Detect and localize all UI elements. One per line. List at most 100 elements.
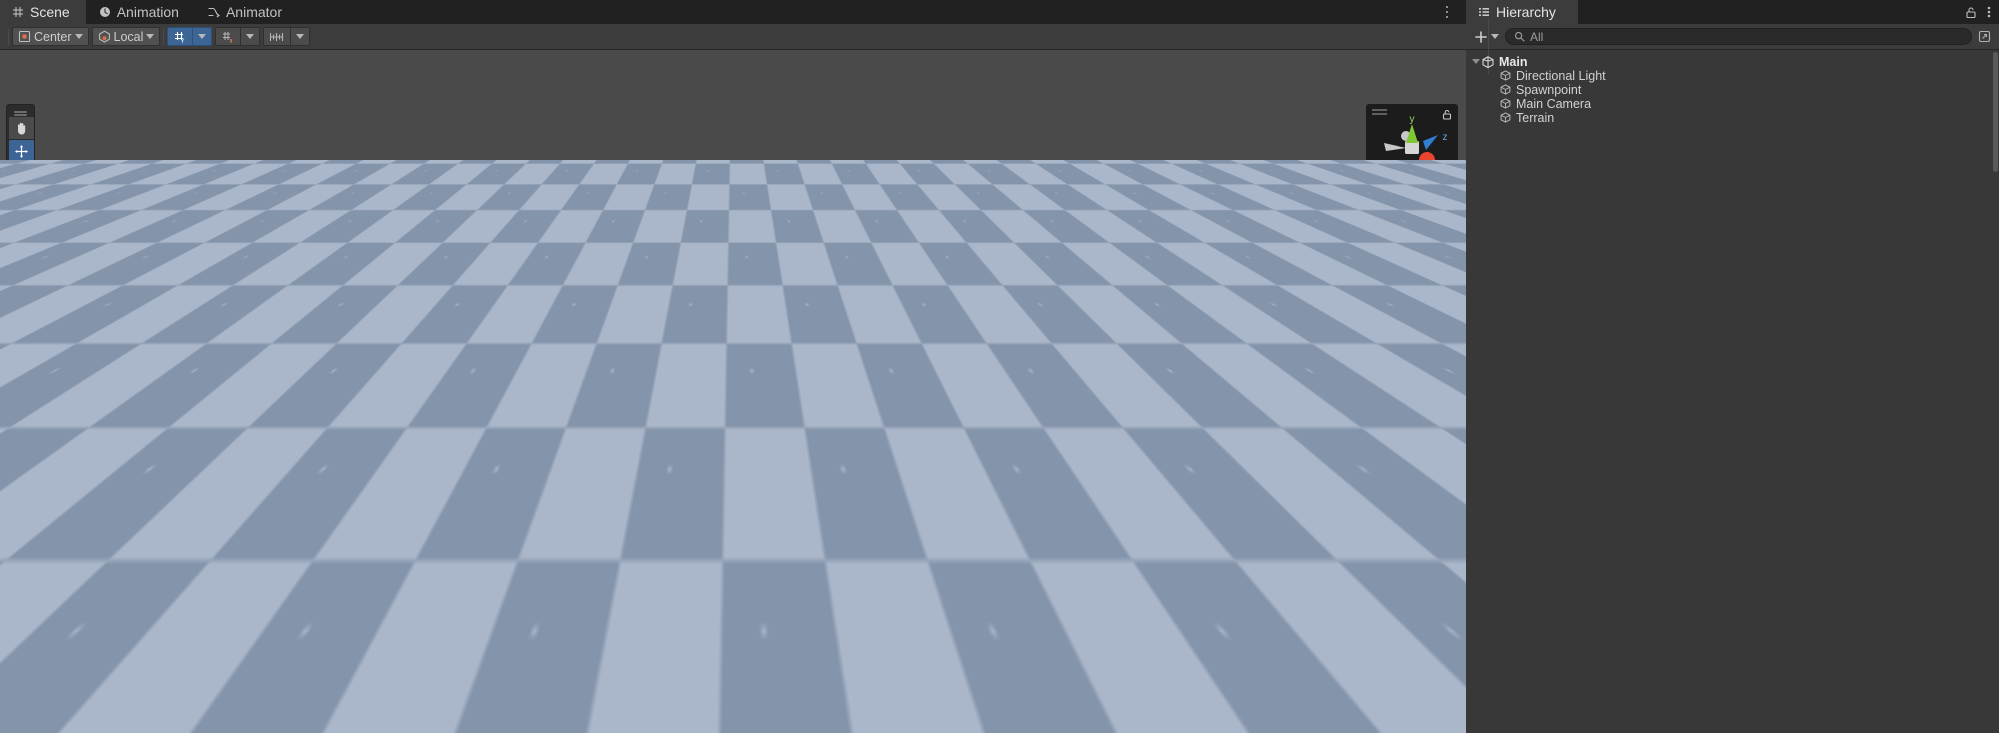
pivot-center-icon bbox=[18, 30, 31, 43]
increment-snap-group bbox=[263, 27, 311, 46]
hierarchy-row-label: Terrain bbox=[1516, 110, 1555, 125]
scale-tool-button[interactable] bbox=[9, 186, 34, 208]
tab-hierarchy-label: Hierarchy bbox=[1496, 4, 1556, 20]
chevron-down-icon bbox=[296, 34, 305, 39]
animator-icon bbox=[208, 6, 220, 18]
move-snap-toggle[interactable] bbox=[215, 27, 242, 46]
svg-text:Y: Y bbox=[181, 39, 185, 44]
scene-tool-palette bbox=[6, 104, 35, 257]
hierarchy-search-input[interactable]: All bbox=[1505, 28, 1972, 45]
unity-scene-icon bbox=[1482, 55, 1494, 68]
chevron-down-icon bbox=[198, 34, 207, 39]
hierarchy-panel: Hierarchy All Main Directional Light Spa… bbox=[1466, 0, 1999, 733]
rect-tool-button[interactable] bbox=[9, 209, 34, 231]
chevron-down-icon bbox=[246, 34, 255, 39]
axis-z-label: z bbox=[1443, 132, 1448, 143]
hierarchy-row-label: Main Camera bbox=[1516, 96, 1592, 111]
chevron-down-icon[interactable] bbox=[1472, 59, 1480, 65]
hierarchy-row-scene[interactable]: Main bbox=[1466, 55, 1999, 69]
hierarchy-row-main-camera[interactable]: Main Camera bbox=[1466, 97, 1999, 111]
projection-mode-label[interactable]: ‹ Persp bbox=[1366, 182, 1458, 196]
hierarchy-row-label: Main bbox=[1499, 54, 1528, 69]
scene-viewport[interactable]: Spawnpoint y z x ‹ Persp bbox=[0, 50, 1466, 733]
pivot-mode-label: Center bbox=[34, 29, 72, 44]
scene-panel: Scene Animation Animator Center Local Y … bbox=[0, 0, 1466, 733]
hand-tool-button[interactable] bbox=[9, 117, 34, 139]
axis-y-label: y bbox=[1410, 114, 1415, 125]
hierarchy-tab-bar: Hierarchy bbox=[1466, 0, 1999, 24]
axis-x-label: x bbox=[1436, 162, 1441, 173]
scene-panel-menu-button[interactable] bbox=[1438, 3, 1456, 21]
lock-icon[interactable] bbox=[1965, 6, 1977, 19]
gameobject-icon bbox=[1500, 112, 1511, 123]
scale-tool-icon bbox=[14, 190, 29, 205]
toolbar-separator bbox=[163, 28, 165, 45]
tab-animation-label: Animation bbox=[116, 4, 179, 20]
grid-snap-dropdown[interactable] bbox=[193, 27, 213, 46]
tab-animation[interactable]: Animation bbox=[87, 0, 196, 24]
scene-orientation-gizmo[interactable]: y z x ‹ Persp bbox=[1366, 104, 1458, 202]
horizon-line bbox=[0, 160, 1466, 161]
hierarchy-tree: Main Directional Light Spawnpoint Main C… bbox=[1466, 18, 1999, 125]
transform-tool-icon bbox=[14, 236, 29, 251]
tab-animator[interactable]: Animator bbox=[196, 0, 299, 24]
distance-haze bbox=[0, 160, 1466, 370]
spawnpoint-label[interactable]: Spawnpoint bbox=[1067, 490, 1119, 501]
pivot-mode-dropdown[interactable]: Center bbox=[12, 27, 89, 46]
search-filter-icon[interactable] bbox=[1978, 30, 1991, 43]
move-snap-icon bbox=[221, 30, 235, 44]
hierarchy-row-terrain[interactable]: Terrain bbox=[1466, 111, 1999, 125]
kebab-dot bbox=[1445, 15, 1449, 19]
transform-tool-button[interactable] bbox=[9, 232, 34, 254]
hierarchy-row-label: Spawnpoint bbox=[1516, 82, 1582, 97]
chevron-down-icon bbox=[146, 34, 155, 39]
rect-tool-icon bbox=[14, 213, 29, 228]
move-tool-icon bbox=[14, 144, 29, 159]
grid-snap-icon: Y bbox=[173, 30, 187, 45]
increment-snap-dropdown[interactable] bbox=[291, 27, 311, 46]
hierarchy-scrollbar[interactable] bbox=[1993, 52, 1998, 172]
unity-editor-window: Scene Animation Animator Center Local Y … bbox=[0, 0, 1999, 733]
hierarchy-tab-tools bbox=[1965, 0, 1991, 24]
move-snap-group bbox=[215, 27, 261, 46]
grid-snap-group: Y bbox=[167, 27, 213, 46]
increment-snap-toggle[interactable] bbox=[263, 27, 292, 46]
gameobject-icon bbox=[1500, 70, 1511, 81]
clock-icon bbox=[99, 6, 111, 18]
camera-gizmo[interactable] bbox=[600, 398, 618, 417]
handle-local-icon bbox=[98, 30, 111, 43]
plus-icon bbox=[1474, 30, 1488, 44]
tool-palette-drag-handle[interactable] bbox=[9, 107, 32, 116]
toolbar-separator bbox=[8, 28, 9, 45]
hierarchy-icon bbox=[1478, 6, 1490, 18]
gameobject-icon bbox=[1500, 84, 1511, 95]
rotate-tool-icon bbox=[14, 167, 29, 182]
tab-animator-label: Animator bbox=[225, 4, 282, 20]
scene-toolbar: Center Local Y bbox=[0, 24, 1466, 71]
hierarchy-search-placeholder: All bbox=[1530, 29, 1544, 44]
rotate-tool-button[interactable] bbox=[9, 163, 34, 185]
hierarchy-row-spawnpoint[interactable]: Spawnpoint bbox=[1466, 83, 1999, 97]
kebab-menu-icon[interactable] bbox=[1987, 5, 1991, 19]
persp-chevron-icon: ‹ bbox=[1392, 184, 1400, 196]
hierarchy-row-label: Directional Light bbox=[1516, 68, 1606, 83]
grid-snap-toggle[interactable]: Y bbox=[167, 27, 194, 46]
axis-gizmo-graphic[interactable]: y z x bbox=[1366, 110, 1458, 184]
move-snap-dropdown[interactable] bbox=[241, 27, 261, 46]
light-gizmo[interactable] bbox=[1110, 447, 1123, 460]
add-gameobject-button[interactable] bbox=[1474, 30, 1499, 44]
move-tool-button[interactable] bbox=[9, 140, 34, 162]
tab-scene-label: Scene bbox=[30, 4, 70, 20]
viewport-ground bbox=[0, 160, 1466, 733]
hierarchy-row-directional-light[interactable]: Directional Light bbox=[1466, 69, 1999, 83]
scene-tab-bar: Scene Animation Animator bbox=[0, 0, 1466, 24]
rotation-mode-dropdown[interactable]: Local bbox=[91, 27, 161, 46]
chevron-down-icon bbox=[1491, 34, 1499, 39]
hand-tool-icon bbox=[14, 121, 29, 136]
tab-hierarchy[interactable]: Hierarchy bbox=[1466, 0, 1578, 24]
gameobject-icon bbox=[1500, 98, 1511, 109]
increment-snap-icon bbox=[269, 30, 285, 44]
tab-scene[interactable]: Scene bbox=[0, 0, 87, 24]
viewport-sky bbox=[0, 50, 1466, 162]
search-icon bbox=[1514, 31, 1525, 42]
